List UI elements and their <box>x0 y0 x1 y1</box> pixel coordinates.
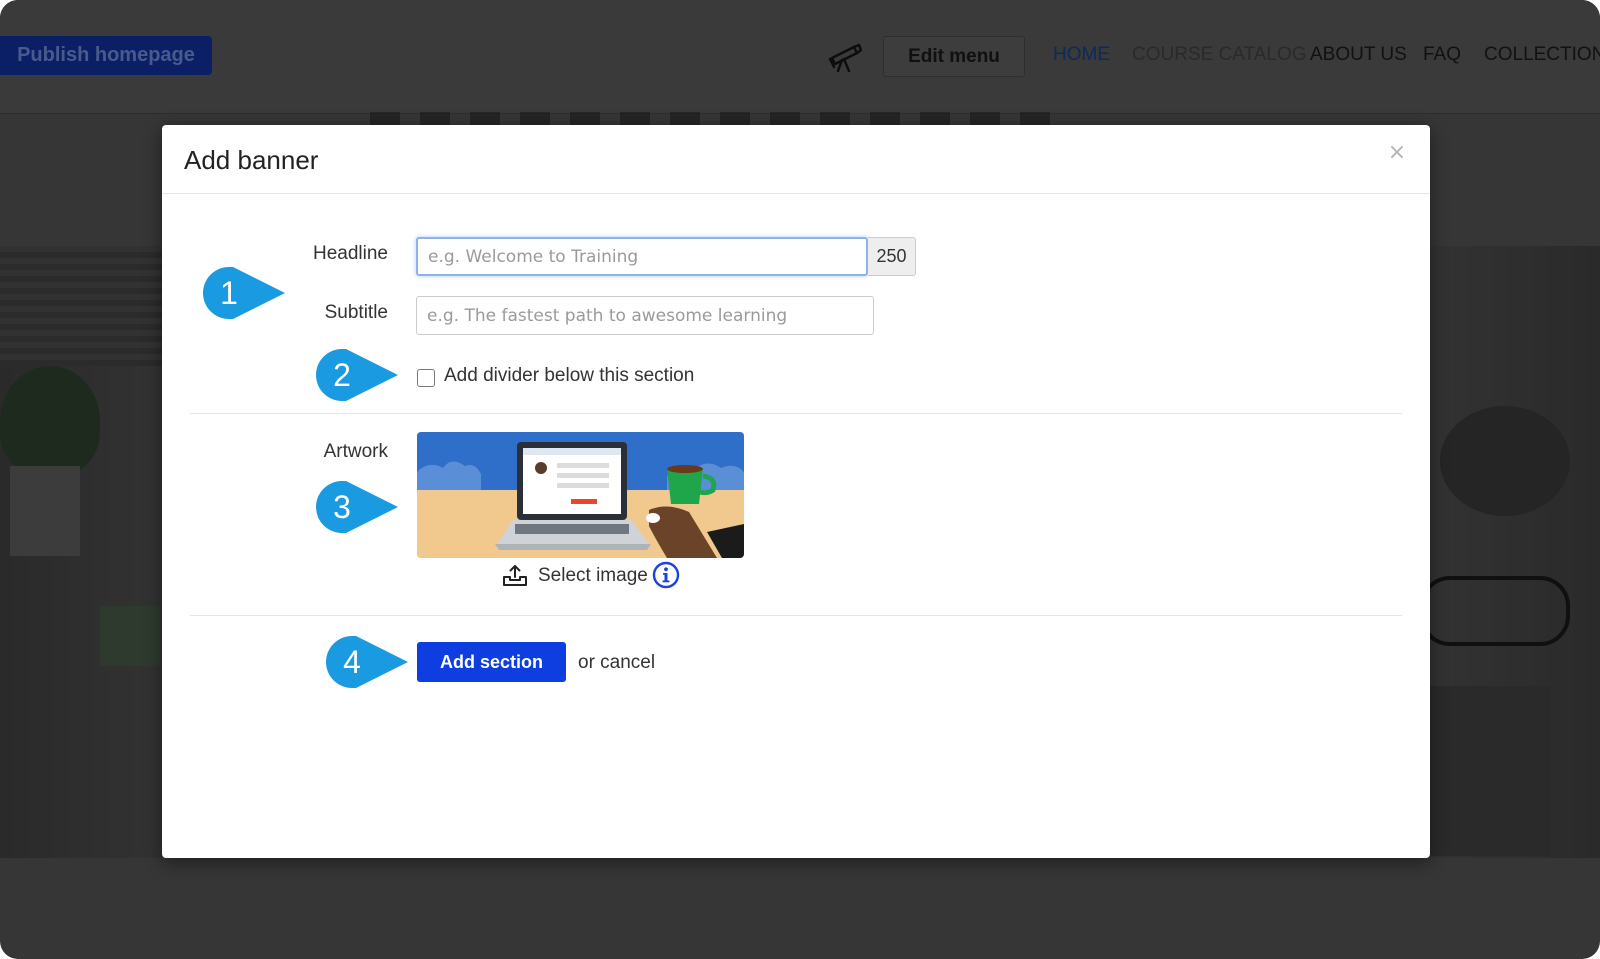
step-marker-1: 1 <box>201 265 289 321</box>
step-marker-2: 2 <box>314 347 402 403</box>
nav-item-faq[interactable]: FAQ <box>1423 44 1461 66</box>
edit-menu-button[interactable]: Edit menu <box>883 36 1025 77</box>
step-marker-4: 4 <box>324 634 412 690</box>
notebook <box>100 606 160 666</box>
info-icon[interactable] <box>652 561 680 589</box>
section-divider-2 <box>190 615 1402 616</box>
step-marker-1-number: 1 <box>220 275 238 311</box>
subtitle-input[interactable] <box>416 296 874 335</box>
publish-homepage-button[interactable]: Publish homepage <box>0 36 212 75</box>
background-page-heading <box>370 112 1050 126</box>
step-marker-3-number: 3 <box>333 489 351 525</box>
nav-item-course-catalog[interactable]: COURSE CATALOG <box>1132 44 1307 66</box>
close-icon[interactable]: × <box>1386 141 1408 165</box>
nav-item-collection[interactable]: COLLECTION <box>1484 44 1600 66</box>
desk-lamp <box>1440 406 1570 516</box>
step-marker-4-number: 4 <box>343 644 361 680</box>
plant-pot <box>10 466 80 556</box>
artwork-label: Artwork <box>323 441 388 462</box>
plant <box>0 366 100 476</box>
step-marker-2-number: 2 <box>333 357 351 393</box>
eyeglasses <box>1420 576 1570 646</box>
headline-char-counter: 250 <box>868 237 916 276</box>
artwork-preview-image[interactable] <box>417 432 744 558</box>
book-stack <box>1430 686 1550 856</box>
dialog-header: Add banner × <box>162 125 1430 194</box>
add-banner-dialog: Add banner × Headline 250 Subtitle Add d… <box>162 125 1430 858</box>
upload-icon[interactable] <box>502 563 528 587</box>
cancel-link[interactable]: or cancel <box>578 652 655 674</box>
select-image-label[interactable]: Select image <box>538 565 648 587</box>
add-divider-label[interactable]: Add divider below this section <box>444 365 694 387</box>
nav-item-home[interactable]: HOME <box>1053 44 1110 66</box>
section-divider <box>190 413 1402 414</box>
telescope-icon[interactable] <box>826 42 862 72</box>
add-divider-checkbox[interactable] <box>417 369 435 387</box>
step-marker-3: 3 <box>314 479 402 535</box>
nav-item-about-us[interactable]: ABOUT US <box>1310 44 1407 66</box>
add-section-button[interactable]: Add section <box>417 642 566 682</box>
headline-input[interactable] <box>416 237 868 276</box>
dialog-title: Add banner <box>184 145 319 175</box>
wood-texture <box>0 246 170 366</box>
headline-label: Headline <box>313 243 388 264</box>
top-navigation-bar: Publish homepage Edit menu HOME COURSE C… <box>0 0 1600 114</box>
